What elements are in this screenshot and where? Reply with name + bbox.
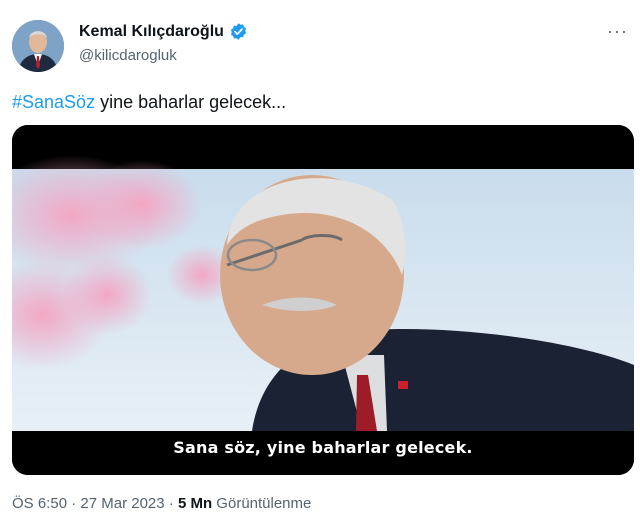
meta-separator: · [67, 495, 81, 512]
avatar-image [12, 20, 64, 72]
meta-separator: · [164, 495, 178, 512]
video-player[interactable]: Sana söz, yine baharlar gelecek. [12, 125, 634, 475]
author-display-name[interactable]: Kemal Kılıçdaroğlu [79, 23, 224, 41]
more-options-button[interactable]: ··· [607, 22, 628, 40]
video-subtitle: Sana söz, yine baharlar gelecek. [173, 438, 473, 457]
hashtag-link[interactable]: #SanaSöz [12, 92, 95, 112]
tweet-metadata: ÖS 6:50 · 27 Mar 2023 · 5 Mn Görüntülenm… [12, 495, 311, 512]
tweet-text: #SanaSöz yine baharlar gelecek... [12, 92, 286, 113]
views-count: 5 Mn [177, 495, 213, 512]
tweet-date[interactable]: 27 Mar 2023 [80, 495, 164, 512]
views-label: Görüntülenme [212, 495, 312, 512]
author-name-row[interactable]: Kemal Kılıçdaroğlu [79, 22, 248, 41]
tweet-body: yine baharlar gelecek... [95, 92, 287, 112]
author-handle[interactable]: @kilicdarogluk [79, 47, 177, 64]
video-frame-image [12, 125, 634, 475]
verified-badge-icon [230, 23, 246, 40]
avatar[interactable] [12, 20, 64, 72]
tweet-time[interactable]: ÖS 6:50 [12, 495, 67, 512]
